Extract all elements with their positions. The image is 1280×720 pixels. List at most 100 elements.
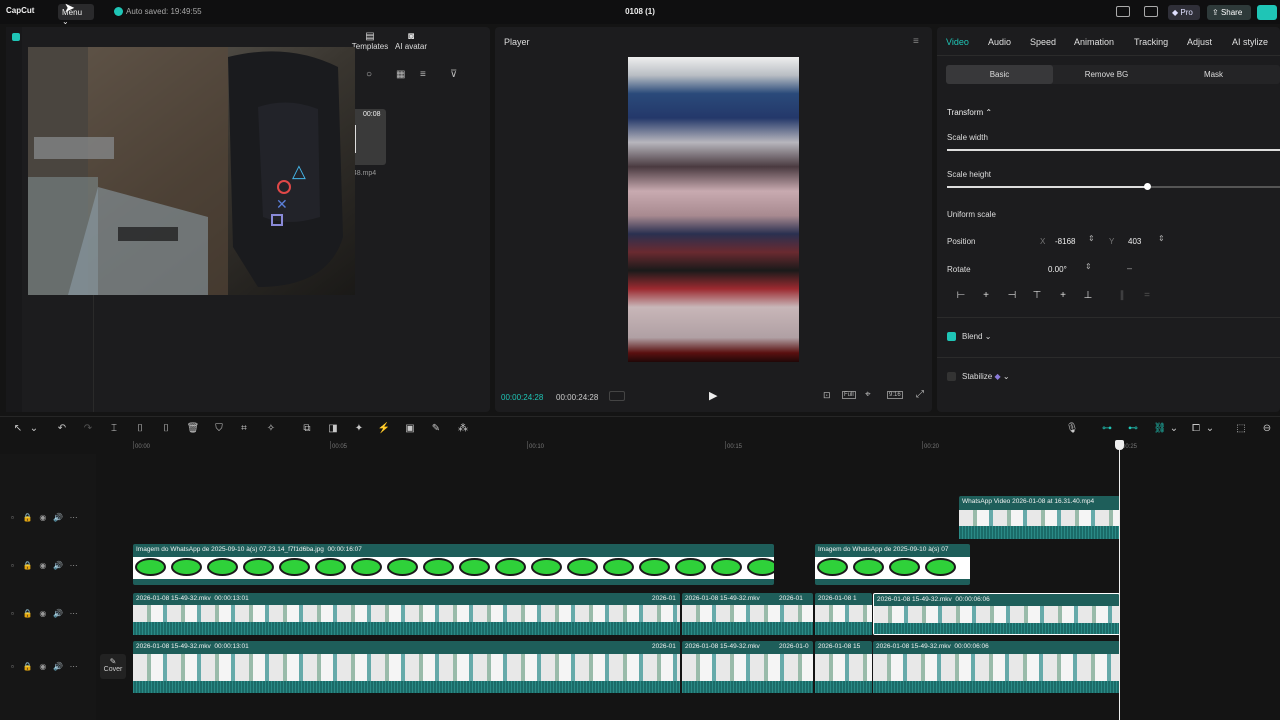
- full-quality-button[interactable]: Full: [842, 391, 856, 399]
- speaker-icon[interactable]: 🔊: [53, 561, 63, 570]
- playhead-handle[interactable]: [1115, 440, 1124, 450]
- crop-icon[interactable]: ⌗: [237, 423, 251, 434]
- magic-icon[interactable]: ✧: [264, 423, 278, 434]
- zoom-out-icon[interactable]: ⊖: [1260, 423, 1274, 434]
- align-top-icon[interactable]: ⊤: [1027, 290, 1047, 304]
- pos-y-stepper-icon[interactable]: ⇕: [1158, 234, 1165, 243]
- lock-icon[interactable]: 🔒: [23, 662, 33, 671]
- tab-audio[interactable]: Audio: [988, 37, 1011, 47]
- more-icon[interactable]: ⋯: [70, 513, 78, 522]
- scale-height-slider[interactable]: [947, 183, 1280, 190]
- redo-icon[interactable]: ↷: [81, 423, 95, 434]
- eye-icon[interactable]: ◉: [39, 561, 46, 570]
- fullscreen-icon[interactable]: ⤢: [916, 389, 924, 400]
- cover-button[interactable]: ✎ Cover: [100, 654, 126, 679]
- chevron-down-icon[interactable]: ⌄: [27, 423, 41, 434]
- image-clip[interactable]: Imagem do WhatsApp de 2025-09-10 à(s) 07: [815, 544, 970, 585]
- video-clip[interactable]: 2026-01-08 15-49-32.mkv 2026-01-0: [682, 641, 813, 693]
- microphone-icon[interactable]: 🎙: [1065, 423, 1079, 434]
- chevron-down-icon[interactable]: ⌄: [1203, 423, 1217, 434]
- subtab-mask[interactable]: Mask: [1160, 70, 1267, 79]
- video-clip[interactable]: 2026-01-08 15-49-32.mkv 00:00:13:01: [133, 641, 680, 693]
- tab-tracking[interactable]: Tracking: [1134, 37, 1168, 47]
- speaker-icon[interactable]: 🔊: [53, 513, 63, 522]
- lock-icon[interactable]: 🔒: [23, 609, 33, 618]
- lock-icon[interactable]: 🔒: [23, 561, 33, 570]
- transform-header[interactable]: Transform ⌃: [947, 108, 992, 117]
- delete-right-icon[interactable]: ⌷: [159, 423, 173, 434]
- speaker-icon[interactable]: 🔊: [53, 662, 63, 671]
- align-bottom-icon[interactable]: ⊥: [1078, 290, 1098, 304]
- scale-width-slider[interactable]: [947, 149, 1280, 151]
- track-checkbox-icon[interactable]: ▫: [11, 561, 14, 570]
- freeze-icon[interactable]: ⧉: [300, 423, 314, 434]
- undo-icon[interactable]: ↶: [55, 423, 69, 434]
- timecode-format-icon[interactable]: [609, 391, 625, 401]
- split-icon[interactable]: ⌶: [107, 423, 121, 434]
- pos-x-stepper-icon[interactable]: ⇕: [1088, 234, 1095, 243]
- crop-icon[interactable]: ⊡: [823, 390, 831, 401]
- select-tool-icon[interactable]: ↖: [11, 423, 25, 434]
- hd-icon[interactable]: ▣: [403, 423, 417, 434]
- media-tab-icon[interactable]: [12, 33, 20, 41]
- video-clip[interactable]: 2026-01-08 15-49-32.mkv 00:00:13:01: [133, 593, 680, 635]
- marker-icon[interactable]: ⛉: [212, 423, 226, 434]
- more-icon[interactable]: ⋯: [70, 662, 78, 671]
- subtab-remove-bg[interactable]: Remove BG: [1053, 70, 1160, 79]
- rotate-reset-icon[interactable]: –: [1127, 263, 1132, 273]
- distribute-h-icon[interactable]: ∥: [1112, 290, 1132, 304]
- export-button[interactable]: [1257, 5, 1277, 20]
- align-left-icon[interactable]: ⊢: [951, 290, 971, 304]
- tab-adjust[interactable]: Adjust: [1187, 37, 1212, 47]
- lock-icon[interactable]: 🔒: [23, 513, 33, 522]
- track-checkbox-icon[interactable]: ▫: [11, 609, 14, 618]
- blend-header[interactable]: Blend ⌄: [962, 332, 991, 341]
- fit-icon[interactable]: ⬚: [1234, 423, 1248, 434]
- distribute-v-icon[interactable]: =: [1137, 290, 1157, 304]
- ratio-button[interactable]: 9:16: [887, 391, 903, 399]
- video-clip[interactable]: 2026-01-08 15: [815, 641, 872, 693]
- subtab-basic[interactable]: Basic: [946, 70, 1053, 79]
- preview-axis-icon[interactable]: ⧠: [1189, 423, 1203, 434]
- video-clip[interactable]: 2026-01-08 15-49-32.mkv 2026-01: [682, 593, 813, 635]
- delete-icon[interactable]: 🗑: [186, 423, 200, 434]
- align-center-h-icon[interactable]: +: [976, 290, 996, 304]
- pos-x-input[interactable]: -8168: [1055, 237, 1075, 246]
- media-thumbnail[interactable]: 00:08: [350, 109, 386, 165]
- playhead[interactable]: [1119, 442, 1120, 720]
- tab-video[interactable]: Video: [946, 37, 969, 47]
- tab-speed[interactable]: Speed: [1030, 37, 1056, 47]
- delete-left-icon[interactable]: ⌷: [133, 423, 147, 434]
- smart-cut-icon[interactable]: ⁂: [456, 423, 470, 434]
- align-right-icon[interactable]: ⊣: [1002, 290, 1022, 304]
- play-icon[interactable]: ▶: [709, 389, 717, 402]
- more-icon[interactable]: ⋯: [70, 561, 78, 570]
- pos-y-input[interactable]: 403: [1128, 237, 1141, 246]
- main-track-magnet-icon[interactable]: ⊶: [1100, 423, 1114, 434]
- video-clip[interactable]: 2026-01-08 1: [815, 593, 872, 635]
- tab-animation[interactable]: Animation: [1074, 37, 1114, 47]
- video-preview[interactable]: [628, 57, 799, 362]
- ai-effect-icon[interactable]: ✦: [352, 423, 366, 434]
- more-icon[interactable]: ⋯: [70, 609, 78, 618]
- align-center-v-icon[interactable]: +: [1053, 290, 1073, 304]
- tab-ai-avatar[interactable]: ◙ AI avatar: [391, 31, 431, 51]
- speaker-icon[interactable]: 🔊: [53, 609, 63, 618]
- edit-clip-icon[interactable]: ✎: [429, 423, 443, 434]
- project-title[interactable]: 0108 (1): [0, 7, 1280, 16]
- focus-icon[interactable]: ⌖: [865, 389, 871, 400]
- eye-icon[interactable]: ◉: [39, 513, 46, 522]
- chevron-down-icon[interactable]: ⌄: [1167, 423, 1181, 434]
- shortcuts-icon[interactable]: [1144, 6, 1158, 17]
- pro-button[interactable]: ◆ Pro: [1168, 5, 1200, 20]
- track-checkbox-icon[interactable]: ▫: [11, 662, 14, 671]
- video-clip[interactable]: WhatsApp Video 2026-01-08 at 16.31.40.mp…: [959, 496, 1120, 539]
- grid-view-icon[interactable]: ▦: [396, 69, 405, 80]
- image-clip[interactable]: Imagem do WhatsApp de 2025-09-10 à(s) 07…: [133, 544, 774, 585]
- track-checkbox-icon[interactable]: ▫: [11, 513, 14, 522]
- video-clip[interactable]: 2026-01-08 15-49-32.mkv 00:00:06:06: [873, 641, 1120, 693]
- eye-icon[interactable]: ◉: [39, 662, 46, 671]
- timeline-ruler[interactable]: [0, 440, 1280, 454]
- eye-icon[interactable]: ◉: [39, 609, 46, 618]
- refresh-icon[interactable]: ○: [366, 69, 372, 80]
